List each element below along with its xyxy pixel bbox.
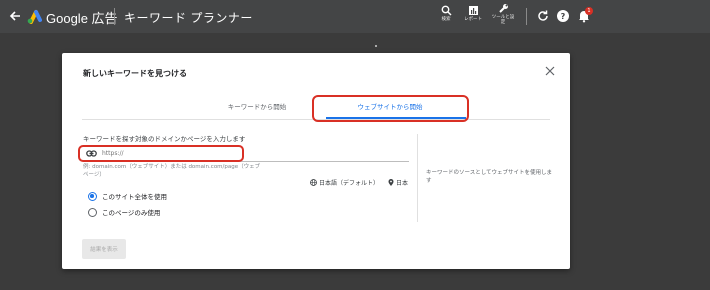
close-icon[interactable] <box>545 66 555 76</box>
refresh-icon[interactable] <box>536 9 550 23</box>
location-label: 日本 <box>396 180 409 187</box>
radio-whole-site[interactable]: このサイト全体を使用 <box>88 191 167 201</box>
tab-highlight-annotation <box>312 95 469 122</box>
url-field-highlight-annotation <box>78 145 244 162</box>
location-selector[interactable]: 日本 <box>388 178 408 187</box>
radio-whole-site-label: このサイト全体を使用 <box>102 193 167 201</box>
notification-badge: 1 <box>585 7 593 15</box>
loading-dot <box>375 45 377 47</box>
reports-icon <box>468 6 478 15</box>
help-icon[interactable]: ? <box>556 9 570 23</box>
search-icon <box>441 5 451 16</box>
language-label: 日本語（デフォルト） <box>319 180 380 187</box>
url-example-text: 例: domain.com（ウェブサイト）または domain.com/page… <box>83 164 261 178</box>
column-divider <box>417 134 418 222</box>
radio-this-page-label: このページのみ使用 <box>102 209 161 217</box>
dialog-title: 新しいキーワードを見つける <box>83 69 187 78</box>
location-pin-icon <box>388 179 394 186</box>
top-bar: Google 広告 キーワード プランナー 検索 レポート ツールと設定 ? 1 <box>0 0 710 33</box>
new-keywords-dialog: 新しいキーワードを見つける キーワードから開始 ウェブサイトから開始 キーワード… <box>62 53 570 269</box>
radio-unselected-icon[interactable] <box>88 208 97 217</box>
back-arrow-icon[interactable] <box>8 9 22 23</box>
url-prompt: キーワードを探す対象のドメインかページを入力します <box>83 135 246 143</box>
website-source-note: キーワードのソースとしてウェブサイトを使用します <box>426 170 553 184</box>
brand-name: Google 広告 <box>46 11 118 26</box>
show-results-button[interactable]: 結果を表示 <box>82 239 126 259</box>
google-ads-logo-icon <box>27 10 42 24</box>
wrench-icon <box>498 4 508 13</box>
tab-start-with-keywords[interactable]: キーワードから開始 <box>202 97 312 117</box>
svg-text:?: ? <box>561 12 566 21</box>
radio-this-page-only[interactable]: このページのみ使用 <box>88 207 160 217</box>
language-selector[interactable]: 日本語（デフォルト） <box>310 178 379 187</box>
radio-selected-icon[interactable] <box>88 192 97 201</box>
tools-settings[interactable]: ツールと設定 <box>485 3 521 25</box>
tools-divider <box>526 8 527 25</box>
header-divider <box>114 8 115 25</box>
globe-icon <box>310 179 317 186</box>
tools-settings-label: ツールと設定 <box>491 15 515 25</box>
page-title: キーワード プランナー <box>124 11 253 25</box>
